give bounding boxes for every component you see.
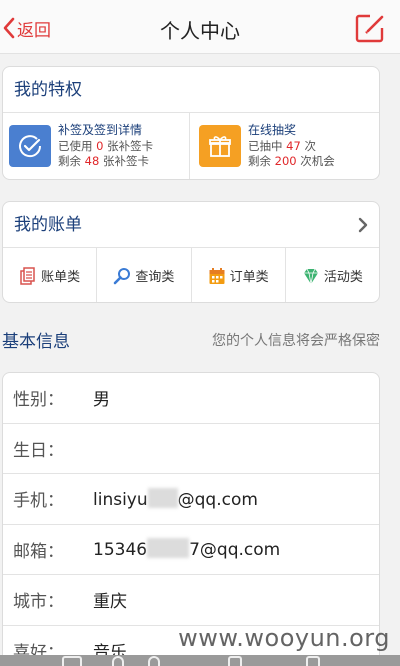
- nav-icon[interactable]: [148, 656, 160, 666]
- bill-category-bills[interactable]: 账单类: [3, 248, 96, 302]
- system-bottom-bar: [0, 655, 400, 666]
- info-value: 15346 7@qq.com: [93, 538, 281, 561]
- basic-info-title: 基本信息: [2, 332, 70, 352]
- privilege-makeup-checkin[interactable]: 补签及签到详情 已使用 0 张补签卡 剩余 48 张补签卡: [3, 113, 189, 179]
- gem-icon: [303, 268, 318, 284]
- privilege-remaining-line: 剩余 48 张补签卡: [58, 154, 149, 168]
- privilege-used-line: 已使用 0 张补签卡: [58, 139, 154, 153]
- bills-header[interactable]: 我的账单: [3, 202, 379, 248]
- bill-category-label: 活动类: [323, 270, 363, 285]
- bills-card: 我的账单 账单类 查询类 订单类 活动类: [2, 201, 380, 303]
- top-bar: 返回 个人中心: [0, 0, 400, 54]
- nav-icon[interactable]: [228, 656, 242, 666]
- privileges-title: 我的特权: [3, 67, 379, 113]
- bills-title: 我的账单: [14, 215, 82, 235]
- privilege-remaining-line: 剩余 200 次机会: [248, 154, 335, 168]
- edit-icon[interactable]: [354, 12, 386, 44]
- bill-category-activity[interactable]: 活动类: [284, 248, 379, 302]
- info-row-email[interactable]: 邮箱： 15346 7@qq.com: [3, 525, 379, 575]
- nav-icon[interactable]: [306, 656, 320, 666]
- privilege-won-line: 已抽中 47 次: [248, 139, 316, 153]
- redacted-mask: [147, 487, 178, 508]
- privileges-card: 我的特权 补签及签到详情 已使用 0 张补签卡 剩余 48 张补签卡 在线抽奖 …: [2, 66, 380, 180]
- check-circle-icon: [9, 125, 51, 167]
- nav-icon[interactable]: [62, 656, 82, 666]
- bill-category-query[interactable]: 查询类: [96, 248, 190, 302]
- bill-category-label: 账单类: [41, 270, 81, 285]
- info-label: 邮箱：: [13, 541, 64, 562]
- privacy-note: 您的个人信息将会严格保密: [212, 333, 380, 349]
- info-label: 城市：: [13, 592, 64, 613]
- bill-category-orders[interactable]: 订单类: [190, 248, 285, 302]
- privilege-title: 补签及签到详情: [58, 123, 143, 137]
- privilege-lottery[interactable]: 在线抽奖 已抽中 47 次 剩余 200 次机会: [189, 113, 379, 179]
- info-value: 重庆: [93, 592, 127, 613]
- search-icon: [114, 267, 131, 284]
- nav-icon[interactable]: [112, 656, 124, 666]
- info-label: 性别：: [13, 390, 64, 411]
- info-row-gender[interactable]: 性别： 男: [3, 373, 379, 424]
- calendar-icon: [209, 267, 225, 284]
- redacted-mask: [147, 538, 190, 559]
- info-value: 男: [93, 390, 110, 411]
- basic-info-card: 性别： 男 生日： 手机： linsiyu @qq.com 邮箱： 15346 7@…: [2, 372, 380, 666]
- info-label: 生日：: [13, 440, 64, 461]
- info-label: 手机：: [13, 491, 64, 512]
- info-row-birthday[interactable]: 生日：: [3, 424, 379, 474]
- bill-category-label: 订单类: [229, 270, 269, 285]
- page-title: 个人中心: [160, 19, 240, 43]
- gift-icon: [199, 125, 241, 167]
- basic-info-header: 基本信息 您的个人信息将会严格保密: [0, 322, 400, 354]
- bills-icon: [20, 266, 35, 285]
- bill-category-label: 查询类: [135, 270, 175, 285]
- watermark: www.wooyun.org: [178, 624, 390, 652]
- info-row-city[interactable]: 城市： 重庆: [3, 575, 379, 626]
- privilege-title: 在线抽奖: [248, 123, 297, 137]
- info-value: linsiyu @qq.com: [93, 487, 258, 510]
- chevron-right-icon: [358, 217, 368, 233]
- info-row-phone[interactable]: 手机： linsiyu @qq.com: [3, 474, 379, 525]
